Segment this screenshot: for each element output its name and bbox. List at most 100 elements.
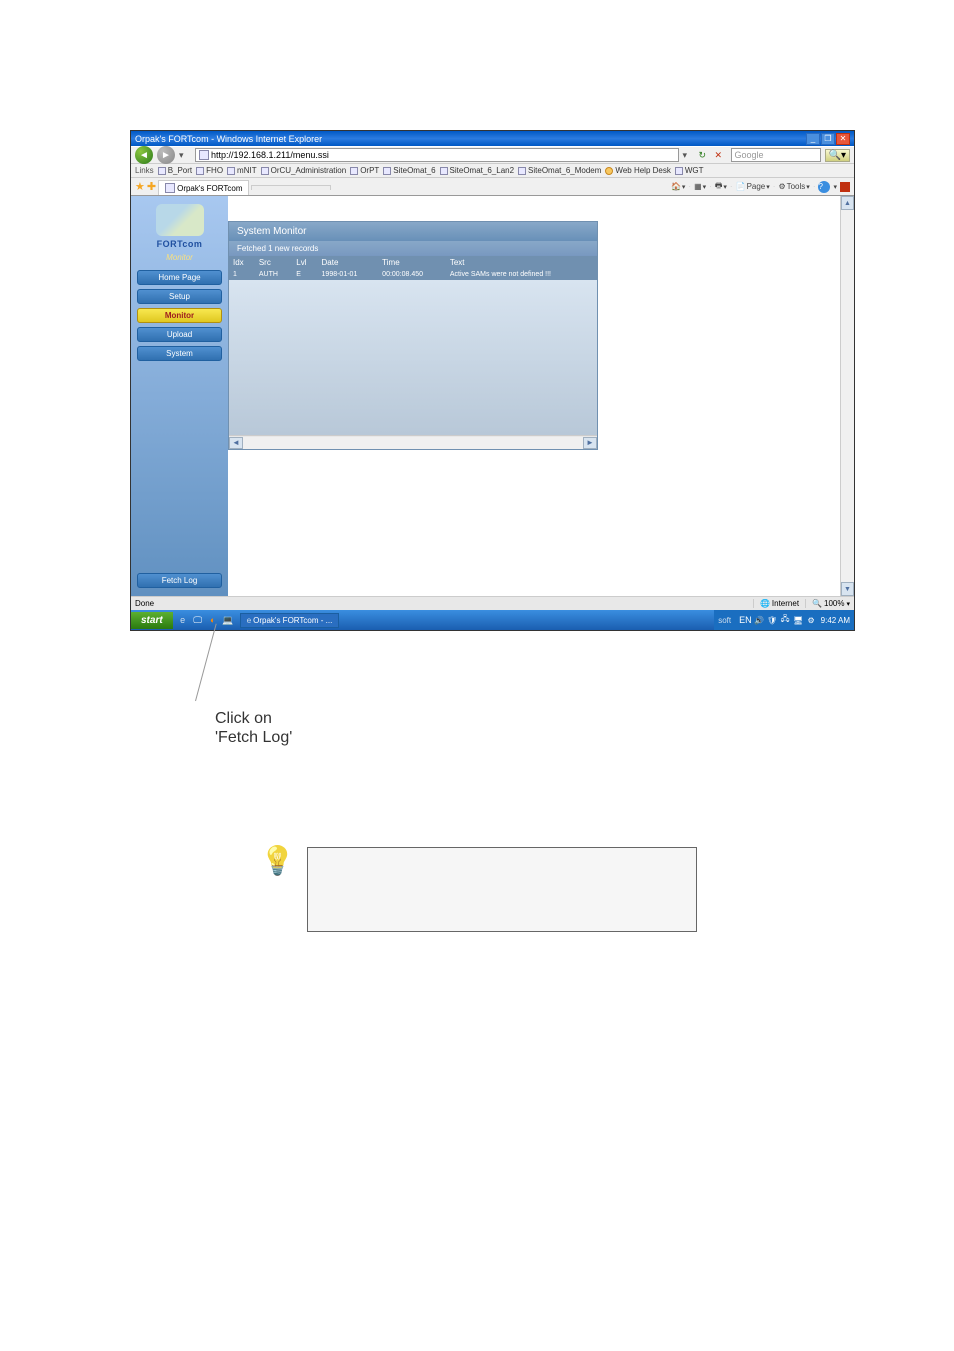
link-b-port[interactable]: B_Port: [158, 166, 192, 175]
sidebar-monitor[interactable]: Monitor: [137, 308, 222, 323]
go-dropdown-icon[interactable]: ▾: [683, 150, 695, 161]
monitor-title: System Monitor: [229, 222, 597, 241]
scroll-down-button[interactable]: ▼: [841, 582, 854, 596]
search-box[interactable]: Google: [731, 148, 821, 162]
vscroll-track[interactable]: [841, 210, 854, 582]
close-button[interactable]: ✕: [836, 133, 850, 145]
table-header: Idx Src Lvl Date Time Text: [229, 256, 597, 269]
status-text: Done: [135, 599, 154, 608]
dropdown-icon[interactable]: ▾: [179, 150, 191, 161]
tray-soft-text: soft: [718, 616, 731, 625]
quick-ie-icon[interactable]: e: [177, 614, 189, 626]
scroll-left-button[interactable]: ◄: [229, 437, 243, 449]
system-tray: soft EN 🔊 🛡 🖧 🖥 ⚙ 9:42 AM: [714, 610, 854, 630]
tray-icon-3[interactable]: 🖧: [780, 615, 791, 626]
print-button[interactable]: 🖶▾: [715, 180, 727, 194]
cell-lvl: E: [292, 269, 317, 280]
home-button[interactable]: 🏠▾: [671, 182, 685, 191]
tab-bar: ★ ✚ Orpak's FORTcom 🏠▾ · ▦▾ · 🖶▾ · 📄Page…: [131, 178, 854, 196]
monitor-body: [229, 280, 597, 435]
help-button[interactable]: ?: [818, 181, 830, 193]
stop-icon[interactable]: ✕: [715, 150, 727, 161]
vertical-scrollbar[interactable]: ▲ ▼: [840, 196, 854, 596]
sidebar: FORTcom Monitor Home Page Setup Monitor …: [131, 196, 228, 596]
col-text: Text: [446, 256, 597, 269]
internet-icon: 🌐: [760, 599, 770, 608]
link-webhelpdesk[interactable]: Web Help Desk: [605, 166, 670, 175]
links-label: Links: [135, 166, 154, 175]
tools-menu[interactable]: ⚙Tools▾: [778, 182, 809, 191]
cell-time: 00:00:08.450: [378, 269, 446, 280]
link-siteomat6-lan2[interactable]: SiteOmat_6_Lan2: [440, 166, 515, 175]
col-src: Src: [255, 256, 292, 269]
section-label: Monitor: [137, 253, 222, 262]
callout-line2: 'Fetch Log': [215, 728, 824, 747]
status-right: 🌐 Internet 🔍 100% ▾: [753, 599, 850, 608]
taskbar: start e 🖵 ◐ 💻 e Orpak's FORTcom - ... so…: [131, 610, 854, 630]
sidebar-system[interactable]: System: [137, 346, 222, 361]
start-button[interactable]: start: [131, 612, 173, 629]
page-menu[interactable]: 📄Page▾: [736, 182, 770, 191]
cell-src: AUTH: [255, 269, 292, 280]
ie-window: Orpak's FORTcom - Windows Internet Explo…: [130, 130, 855, 631]
search-placeholder: Google: [735, 150, 764, 160]
lang-indicator[interactable]: EN: [739, 615, 752, 625]
monitor-frame: System Monitor Fetched 1 new records Idx…: [228, 221, 598, 450]
page-icon: [675, 167, 683, 175]
status-zone: 🌐 Internet: [753, 599, 799, 608]
scroll-right-button[interactable]: ►: [583, 437, 597, 449]
fetch-log-button[interactable]: Fetch Log: [137, 573, 222, 588]
horizontal-scrollbar[interactable]: ◄ ►: [229, 435, 597, 449]
tray-icon-5[interactable]: ⚙: [806, 615, 817, 626]
feed-button[interactable]: ▦▾: [694, 182, 706, 191]
status-zoom[interactable]: 🔍 100% ▾: [805, 599, 850, 608]
callout-line1: Click on: [215, 709, 824, 728]
quick-media-icon[interactable]: ◐: [207, 614, 219, 626]
clock[interactable]: 9:42 AM: [821, 616, 850, 625]
refresh-icon[interactable]: ↻: [699, 150, 711, 161]
back-button[interactable]: ◄: [135, 146, 153, 164]
monitor-subtitle: Fetched 1 new records: [229, 241, 597, 256]
note-box: [307, 847, 697, 932]
add-favorite-icon[interactable]: ✚: [147, 180, 156, 193]
maximize-button[interactable]: ❐: [821, 133, 835, 145]
note-row: 💡: [260, 847, 824, 932]
page-icon: [227, 167, 235, 175]
search-go-button[interactable]: 🔍▾: [825, 149, 850, 162]
tray-icon-1[interactable]: 🔊: [754, 615, 765, 626]
tray-icon-2[interactable]: 🛡: [767, 615, 778, 626]
tray-icon-4[interactable]: 🖥: [793, 615, 804, 626]
favorites-icon[interactable]: ★: [135, 180, 145, 193]
link-mnit[interactable]: mNIT: [227, 166, 257, 175]
content-area: FORTcom Monitor Home Page Setup Monitor …: [131, 196, 854, 596]
quick-desktop-icon[interactable]: 🖵: [192, 614, 204, 626]
task-label: Orpak's FORTcom - ...: [253, 616, 332, 625]
logo-area: FORTcom Monitor: [137, 204, 222, 262]
cell-idx: 1: [229, 269, 255, 280]
page-icon: [165, 183, 175, 193]
taskbar-item-fortcom[interactable]: e Orpak's FORTcom - ...: [240, 613, 340, 628]
forward-button[interactable]: ►: [157, 146, 175, 164]
link-orcu[interactable]: OrCU_Administration: [261, 166, 347, 175]
link-siteomat6-modem[interactable]: SiteOmat_6_Modem: [518, 166, 601, 175]
lightbulb-icon: 💡: [260, 847, 295, 875]
quick-launch: e 🖵 ◐ 💻: [173, 614, 238, 626]
sidebar-home-page[interactable]: Home Page: [137, 270, 222, 285]
minimize-button[interactable]: _: [806, 133, 820, 145]
help-icon: [605, 167, 613, 175]
address-bar[interactable]: http://192.168.1.211/menu.ssi: [195, 148, 679, 162]
tab-fortcom[interactable]: Orpak's FORTcom: [158, 180, 249, 195]
scroll-up-button[interactable]: ▲: [841, 196, 854, 210]
link-fho[interactable]: FHO: [196, 166, 223, 175]
link-siteomat6[interactable]: SiteOmat_6: [383, 166, 435, 175]
sidebar-setup[interactable]: Setup: [137, 289, 222, 304]
link-orpt[interactable]: OrPT: [350, 166, 379, 175]
sidebar-upload[interactable]: Upload: [137, 327, 222, 342]
links-bar: Links B_Port FHO mNIT OrCU_Administratio…: [131, 164, 854, 178]
scroll-track[interactable]: [243, 437, 583, 449]
quick-app-icon[interactable]: 💻: [222, 614, 234, 626]
cell-date: 1998-01-01: [318, 269, 379, 280]
link-wgt[interactable]: WGT: [675, 166, 704, 175]
tool-extra[interactable]: [840, 182, 850, 192]
tab-new[interactable]: [251, 185, 331, 190]
